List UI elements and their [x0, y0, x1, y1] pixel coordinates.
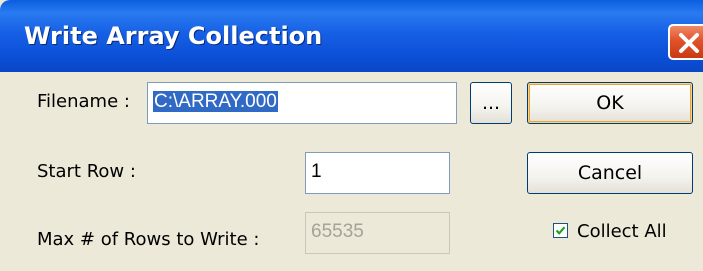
collect-all-checkbox[interactable] [553, 223, 568, 238]
filename-label: Filename : [37, 91, 130, 112]
checkmark-icon [555, 226, 566, 235]
collect-all-label[interactable]: Collect All [577, 221, 667, 242]
start-row-input[interactable]: 1 [305, 152, 450, 194]
cancel-button[interactable]: Cancel [527, 152, 693, 194]
ok-button[interactable]: OK [527, 82, 693, 124]
max-rows-label: Max # of Rows to Write : [37, 229, 260, 250]
title-bar[interactable]: Write Array Collection [0, 0, 703, 72]
max-rows-input: 65535 [305, 212, 450, 254]
filename-input[interactable]: C:\ARRAY.000 [147, 82, 457, 124]
browse-button-label: ... [481, 92, 501, 114]
filename-value: C:\ARRAY.000 [153, 91, 278, 112]
max-rows-value: 65535 [311, 221, 364, 242]
browse-button[interactable]: ... [470, 82, 512, 124]
window-title: Write Array Collection [24, 22, 323, 50]
dialog-body: Filename : C:\ARRAY.000 ... Start Row : … [0, 72, 703, 271]
ok-button-label: OK [596, 92, 624, 114]
cancel-button-label: Cancel [577, 162, 643, 184]
dialog-window: Write Array Collection Filename : C:\ARR… [0, 0, 703, 271]
start-row-label: Start Row : [37, 161, 136, 182]
close-icon [679, 33, 699, 53]
start-row-value: 1 [311, 161, 322, 182]
close-button[interactable] [668, 24, 703, 60]
